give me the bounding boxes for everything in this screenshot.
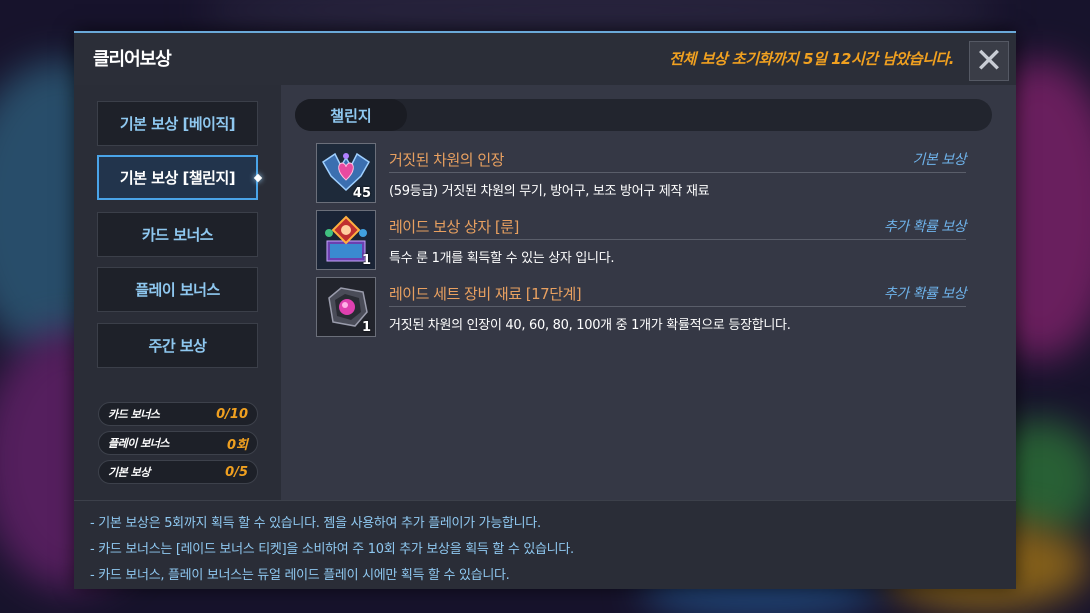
item-description: (59등급) 거짓된 차원의 무기, 방어구, 보조 방어구 제작 재료 <box>389 184 710 199</box>
reset-countdown-notice: 전체 보상 초기화까지 5일 12시간 남았습니다. <box>669 50 954 68</box>
menu-basic-reward-basic[interactable]: 기본 보상 [베이직] <box>97 101 258 146</box>
item-description: 거짓된 차원의 인장이 40, 60, 80, 100개 중 1개가 확률적으로… <box>389 318 791 333</box>
divider <box>389 172 966 173</box>
divider <box>389 306 966 307</box>
gem-core-icon: 1 <box>316 277 376 337</box>
clear-reward-dialog: 클리어보상 전체 보상 초기화까지 5일 12시간 남았습니다. ✕ 기본 보상… <box>74 31 1016 589</box>
menu-basic-reward-challenge[interactable]: 기본 보상 [챌린지] <box>97 155 258 200</box>
emblem-heart-icon: 45 <box>316 143 376 203</box>
reward-type: 기본 보상 <box>912 152 967 168</box>
reward-type: 추가 확률 보상 <box>883 286 967 302</box>
close-icon: ✕ <box>974 41 1004 81</box>
note-line: - 카드 보너스, 플레이 보너스는 듀얼 레이드 플레이 시에만 획득 할 수… <box>90 568 510 583</box>
item-quantity: 1 <box>361 253 371 268</box>
item-quantity: 45 <box>352 186 371 201</box>
note-line: - 카드 보너스는 [레이드 보너스 티켓]을 소비하여 주 10회 추가 보상… <box>90 542 574 557</box>
item-description: 특수 룬 1개를 획득할 수 있는 상자 입니다. <box>389 251 615 266</box>
title-bar: 클리어보상 전체 보상 초기화까지 5일 12시간 남았습니다. ✕ <box>74 33 1016 85</box>
menu-label: 주간 보상 <box>148 337 207 355</box>
stat-play-bonus: 플레이 보너스 0회 <box>98 431 258 455</box>
reward-type: 추가 확률 보상 <box>883 219 967 235</box>
stat-value: 0/5 <box>225 464 248 480</box>
item-name: 레이드 세트 장비 재료 [17단계] <box>389 285 582 303</box>
menu-weekly-reward[interactable]: 주간 보상 <box>97 323 258 368</box>
stat-label: 기본 보상 <box>108 466 150 479</box>
menu-label: 플레이 보너스 <box>135 281 220 299</box>
item-quantity: 1 <box>361 320 371 335</box>
info-notes: - 기본 보상은 5회까지 획득 할 수 있습니다. 젬을 사용하여 추가 플레… <box>74 500 1016 589</box>
reward-item[interactable]: 45 거짓된 차원의 인장 기본 보상 (59등급) 거짓된 차원의 무기, 방… <box>316 143 967 205</box>
rune-box-icon: 1 <box>316 210 376 270</box>
menu-label: 카드 보너스 <box>141 226 214 244</box>
tab-strip: 챌린지 <box>295 99 992 131</box>
item-name: 레이드 보상 상자 [룬] <box>389 218 519 236</box>
reward-content-panel: 챌린지 45 거짓된 차원의 인장 기본 보상 (59등급) 거짓된 차원의 무… <box>281 85 1016 500</box>
menu-play-bonus[interactable]: 플레이 보너스 <box>97 267 258 312</box>
stat-card-bonus: 카드 보너스 0/10 <box>98 402 258 426</box>
menu-label: 기본 보상 [챌린지] <box>119 169 236 187</box>
divider <box>389 239 966 240</box>
menu-card-bonus[interactable]: 카드 보너스 <box>97 212 258 257</box>
note-line: - 기본 보상은 5회까지 획득 할 수 있습니다. 젬을 사용하여 추가 플레… <box>90 516 541 531</box>
stat-basic-reward: 기본 보상 0/5 <box>98 460 258 484</box>
dialog-title: 클리어보상 <box>93 49 172 70</box>
reward-item[interactable]: 1 레이드 세트 장비 재료 [17단계] 추가 확률 보상 거짓된 차원의 인… <box>316 277 967 339</box>
item-name: 거짓된 차원의 인장 <box>389 151 504 169</box>
stat-label: 플레이 보너스 <box>108 437 170 450</box>
stat-value: 0/10 <box>216 406 248 422</box>
reward-category-sidebar: 기본 보상 [베이직] 기본 보상 [챌린지] 카드 보너스 플레이 보너스 주… <box>74 85 281 500</box>
menu-label: 기본 보상 [베이직] <box>119 115 236 133</box>
tab-challenge[interactable]: 챌린지 <box>295 99 407 131</box>
stat-label: 카드 보너스 <box>108 408 160 421</box>
close-button[interactable]: ✕ <box>969 41 1009 81</box>
stat-value: 0회 <box>226 437 248 453</box>
reward-item[interactable]: 1 레이드 보상 상자 [룬] 추가 확률 보상 특수 룬 1개를 획득할 수 … <box>316 210 967 272</box>
